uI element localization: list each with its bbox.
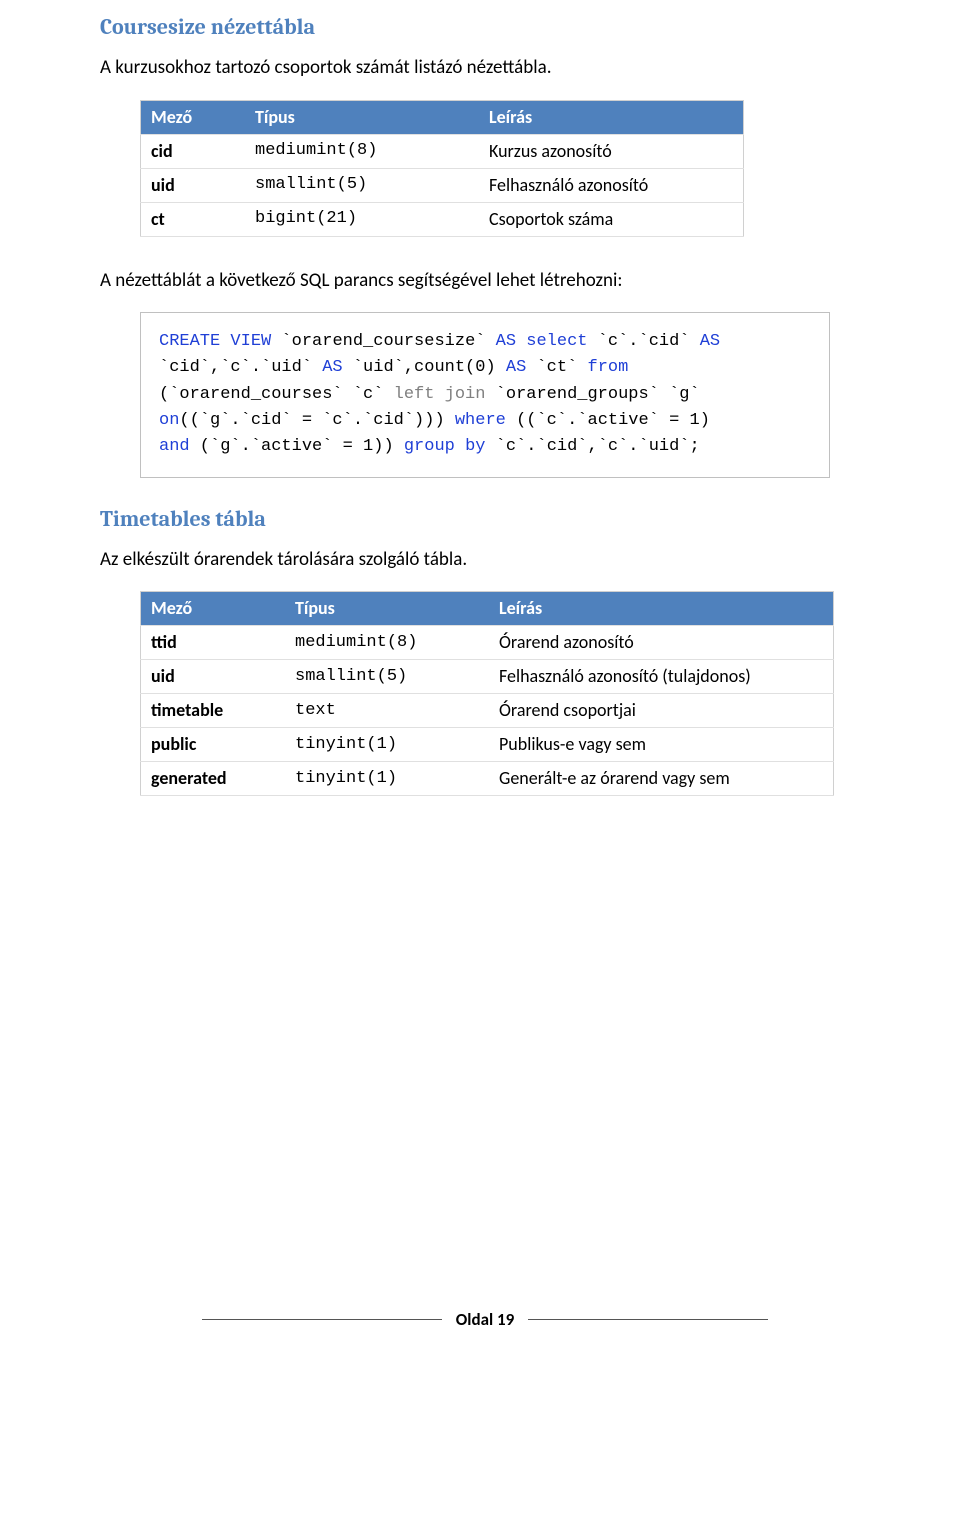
cell-desc: Felhasználó azonosító (tulajdonos) <box>489 660 834 694</box>
cell-desc: Csoportok száma <box>479 202 744 236</box>
page-footer: Oldal 19 <box>202 1309 768 1330</box>
code-token: AS <box>506 358 526 377</box>
cell-field: cid <box>141 134 246 168</box>
cell-type: tinyint(1) <box>285 728 489 762</box>
code-token: and <box>159 437 190 456</box>
cell-type: smallint(5) <box>245 168 479 202</box>
cell-field: generated <box>141 762 286 796</box>
code-token: AS <box>496 332 516 351</box>
cell-type: text <box>285 694 489 728</box>
section-desc-timetables: Az elkészült órarendek tárolására szolgá… <box>100 546 870 574</box>
sql-code-block: CREATE VIEW `orarend_coursesize` AS sele… <box>140 312 830 478</box>
table-timetables: Mező Típus Leírás ttid mediumint(8) Órar… <box>140 591 834 796</box>
table-row: public tinyint(1) Publikus-e vagy sem <box>141 728 834 762</box>
code-token: where <box>455 411 506 430</box>
code-token: `orarend_groups` `g` <box>485 385 699 404</box>
th-desc: Leírás <box>479 100 744 134</box>
code-token: ((`g`.`cid` = `c`.`cid`))) <box>179 411 454 430</box>
code-token: `c`.`cid`,`c`.`uid`; <box>485 437 699 456</box>
code-token <box>455 437 465 456</box>
table-row: uid smallint(5) Felhasználó azonosító (t… <box>141 660 834 694</box>
code-token: from <box>588 358 629 377</box>
code-token: `c`.`cid` <box>588 332 700 351</box>
cell-type: mediumint(8) <box>245 134 479 168</box>
cell-type: mediumint(8) <box>285 626 489 660</box>
cell-type: smallint(5) <box>285 660 489 694</box>
cell-desc: Órarend csoportjai <box>489 694 834 728</box>
code-token: (`g`.`active` = 1)) <box>190 437 404 456</box>
cell-field: timetable <box>141 694 286 728</box>
code-token: VIEW <box>220 332 271 351</box>
code-token: by <box>465 437 485 456</box>
section-desc-coursesize: A kurzusokhoz tartozó csoportok számát l… <box>100 54 870 82</box>
cell-field: uid <box>141 168 246 202</box>
table-row: timetable text Órarend csoportjai <box>141 694 834 728</box>
code-token: `uid`,count(0) <box>343 358 506 377</box>
code-token <box>516 332 526 351</box>
table-row: cid mediumint(8) Kurzus azonosító <box>141 134 744 168</box>
cell-field: ct <box>141 202 246 236</box>
code-token: (`orarend_courses` `c` <box>159 385 394 404</box>
table-row: generated tinyint(1) Generált-e az órare… <box>141 762 834 796</box>
code-token: ((`c`.`active` = 1) <box>506 411 710 430</box>
code-token: `cid`,`c`.`uid` <box>159 358 322 377</box>
cell-field: ttid <box>141 626 286 660</box>
th-desc: Leírás <box>489 592 834 626</box>
paragraph-sql-intro: A nézettáblát a következő SQL parancs se… <box>100 267 870 295</box>
footer-rule-right <box>528 1319 768 1320</box>
section-title-coursesize: Coursesize nézettábla <box>100 14 870 40</box>
code-token: CREATE <box>159 332 220 351</box>
code-token: select <box>526 332 587 351</box>
cell-desc: Publikus-e vagy sem <box>489 728 834 762</box>
table-row: ct bigint(21) Csoportok száma <box>141 202 744 236</box>
code-token: AS <box>700 332 720 351</box>
code-token: on <box>159 411 179 430</box>
page-number: Oldal 19 <box>456 1309 514 1330</box>
table-row: ttid mediumint(8) Órarend azonosító <box>141 626 834 660</box>
table-coursesize: Mező Típus Leírás cid mediumint(8) Kurzu… <box>140 100 744 237</box>
th-field: Mező <box>141 592 286 626</box>
cell-desc: Kurzus azonosító <box>479 134 744 168</box>
table-row: uid smallint(5) Felhasználó azonosító <box>141 168 744 202</box>
cell-field: uid <box>141 660 286 694</box>
table-header-row: Mező Típus Leírás <box>141 592 834 626</box>
th-type: Típus <box>245 100 479 134</box>
code-token: AS <box>322 358 342 377</box>
cell-desc: Generált-e az órarend vagy sem <box>489 762 834 796</box>
cell-type: tinyint(1) <box>285 762 489 796</box>
code-token: `ct` <box>526 358 587 377</box>
cell-desc: Felhasználó azonosító <box>479 168 744 202</box>
th-field: Mező <box>141 100 246 134</box>
code-token: `orarend_coursesize` <box>271 332 495 351</box>
cell-desc: Órarend azonosító <box>489 626 834 660</box>
th-type: Típus <box>285 592 489 626</box>
footer-rule-left <box>202 1319 442 1320</box>
code-token: group <box>404 437 455 456</box>
cell-type: bigint(21) <box>245 202 479 236</box>
section-title-timetables: Timetables tábla <box>100 506 870 532</box>
table-header-row: Mező Típus Leírás <box>141 100 744 134</box>
code-token: left join <box>394 385 486 404</box>
cell-field: public <box>141 728 286 762</box>
